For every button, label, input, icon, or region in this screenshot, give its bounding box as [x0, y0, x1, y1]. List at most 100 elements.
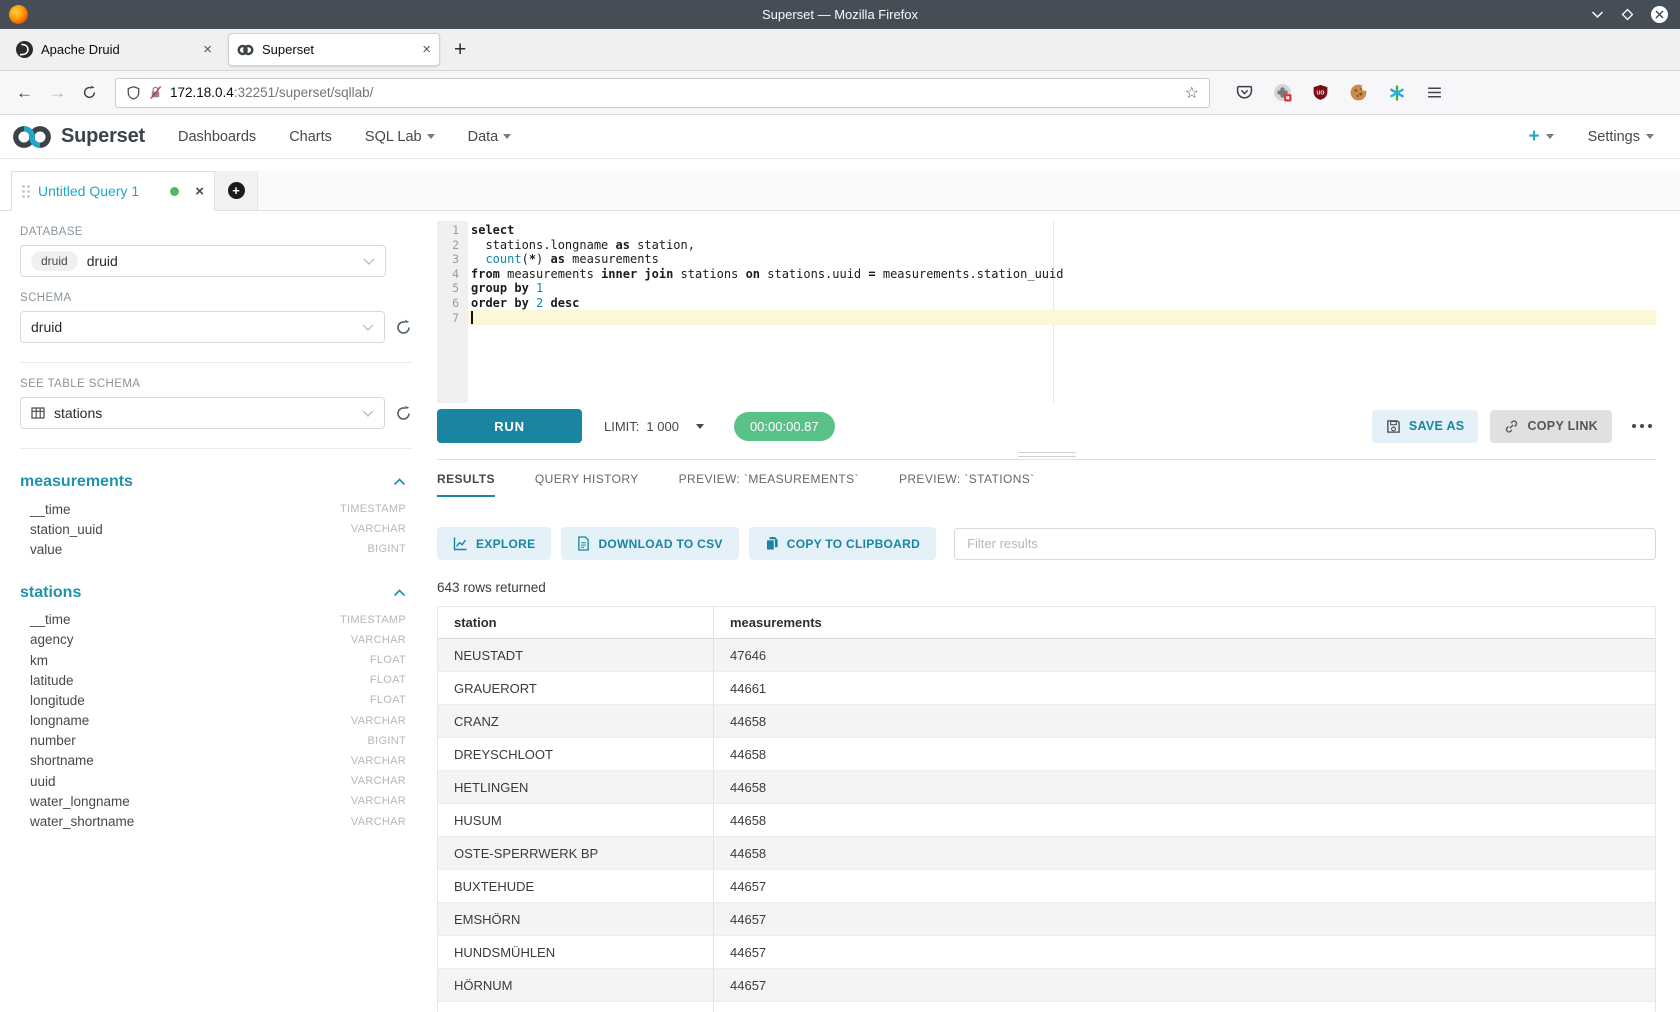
- browser-toolbar: ← → 172.18.0.4:32251/superset/sqllab/ ☆ …: [0, 71, 1680, 115]
- pocket-icon[interactable]: [1236, 84, 1253, 101]
- sqllab-sidebar: DATABASE druid druid SCHEMA druid SEE TA…: [0, 211, 412, 1012]
- column-row: numberBIGINT: [20, 731, 406, 751]
- column-header-measurements[interactable]: measurements: [714, 607, 1655, 638]
- chart-icon: [453, 536, 468, 551]
- add-new-button[interactable]: +: [1528, 126, 1553, 148]
- refresh-schema-icon[interactable]: [395, 319, 412, 336]
- results-tab-bar: RESULTS QUERY HISTORY PREVIEW: `MEASUREM…: [437, 472, 1656, 497]
- table-schema-label: SEE TABLE SCHEMA: [20, 378, 412, 390]
- superset-navbar: Superset Dashboards Charts SQL Lab Data …: [0, 115, 1680, 159]
- code-line[interactable]: stations.longname as station,: [471, 238, 1656, 253]
- tab-preview-measurements[interactable]: PREVIEW: `MEASUREMENTS`: [679, 472, 859, 497]
- column-row: __timeTIMESTAMP: [20, 499, 406, 519]
- query-tab[interactable]: Untitled Query 1 ×: [11, 171, 215, 211]
- code-line[interactable]: [471, 311, 1656, 326]
- database-label: DATABASE: [20, 226, 412, 238]
- panel-splitter[interactable]: [437, 447, 1656, 460]
- column-name: station_uuid: [20, 522, 103, 537]
- more-options-button[interactable]: [1628, 420, 1656, 432]
- database-select[interactable]: druid druid: [20, 245, 386, 277]
- browser-tab-bar: Apache Druid × Superset × +: [0, 29, 1680, 71]
- new-tab-button[interactable]: +: [454, 38, 466, 62]
- clipboard-icon: [765, 536, 779, 551]
- url-bar[interactable]: 172.18.0.4:32251/superset/sqllab/ ☆: [115, 78, 1210, 108]
- query-timer-badge: 00:00:00.87: [734, 412, 835, 441]
- table-cell: HUNDSMÜHLEN: [438, 936, 714, 968]
- column-header-station[interactable]: station: [438, 607, 714, 638]
- column-type: BIGINT: [368, 543, 406, 555]
- bookmark-star-icon[interactable]: ☆: [1185, 83, 1199, 103]
- table-select[interactable]: stations: [20, 397, 385, 429]
- editor-code-area[interactable]: select stations.longname as station, cou…: [468, 221, 1656, 403]
- table-row: EMSHÖRN44657: [438, 903, 1655, 936]
- nav-charts[interactable]: Charts: [289, 129, 332, 145]
- query-tab-close-icon[interactable]: ×: [195, 183, 204, 200]
- collapse-icon[interactable]: [393, 478, 406, 486]
- table-name: measurements: [20, 473, 133, 491]
- maximize-icon[interactable]: [1621, 8, 1634, 21]
- tab-close-icon[interactable]: ×: [422, 42, 431, 57]
- table-cell: 44658: [714, 705, 1655, 737]
- cookie-icon[interactable]: [1349, 83, 1368, 102]
- settings-menu[interactable]: Settings: [1588, 129, 1654, 145]
- explore-button[interactable]: EXPLORE: [437, 527, 551, 560]
- table-row: OSTE-SPERRWERK BP44658: [438, 837, 1655, 870]
- hamburger-menu-icon[interactable]: [1426, 84, 1443, 101]
- url-text[interactable]: 172.18.0.4:32251/superset/sqllab/: [170, 85, 1178, 100]
- multi-account-asterisk-icon[interactable]: [1388, 84, 1406, 102]
- collapse-icon[interactable]: [393, 589, 406, 597]
- editor-toolbar: RUN LIMIT: 1 000 00:00:00.87 SAVE AS COP…: [437, 409, 1656, 443]
- column-name: km: [20, 653, 48, 668]
- add-query-tab-button[interactable]: +: [215, 171, 258, 210]
- tab-close-icon[interactable]: ×: [203, 42, 212, 57]
- nav-dashboards[interactable]: Dashboards: [178, 129, 256, 145]
- extension-icon[interactable]: [1273, 83, 1292, 102]
- query-tab-label[interactable]: Untitled Query 1: [38, 183, 162, 199]
- reload-button[interactable]: [82, 85, 97, 100]
- sql-editor[interactable]: 1234567 select stations.longname as stat…: [437, 221, 1656, 403]
- superset-logo[interactable]: Superset: [10, 123, 145, 151]
- table-icon: [31, 406, 45, 420]
- superset-logo-icon: [10, 123, 54, 151]
- download-csv-button[interactable]: DOWNLOAD TO CSV: [561, 527, 738, 560]
- save-as-button[interactable]: SAVE AS: [1372, 410, 1479, 443]
- minimize-icon[interactable]: [1591, 10, 1604, 19]
- close-window-icon[interactable]: [1651, 6, 1668, 23]
- table-cell: 44657: [714, 870, 1655, 902]
- schema-label: SCHEMA: [20, 292, 412, 304]
- table-cell: 44658: [714, 771, 1655, 803]
- browser-tab-superset[interactable]: Superset ×: [228, 33, 440, 66]
- table-section-header[interactable]: measurements: [20, 473, 406, 491]
- shield-icon[interactable]: [126, 85, 141, 101]
- code-line[interactable]: select: [471, 223, 1656, 238]
- divider: [20, 448, 412, 449]
- code-line[interactable]: from measurements inner join stations on…: [471, 267, 1656, 282]
- tab-results[interactable]: RESULTS: [437, 472, 495, 497]
- code-line[interactable]: group by 1: [471, 281, 1656, 296]
- tab-label: Apache Druid: [41, 42, 195, 57]
- refresh-table-icon[interactable]: [395, 405, 412, 422]
- back-button[interactable]: ←: [16, 83, 33, 103]
- copy-link-button[interactable]: COPY LINK: [1490, 410, 1612, 443]
- filter-results-input[interactable]: [954, 528, 1656, 560]
- code-line[interactable]: count(*) as measurements: [471, 252, 1656, 267]
- table-section-header[interactable]: stations: [20, 584, 406, 602]
- drag-handle-icon[interactable]: [22, 185, 30, 198]
- forward-button[interactable]: →: [49, 83, 66, 103]
- run-button[interactable]: RUN: [437, 409, 582, 443]
- table-name: stations: [20, 584, 81, 602]
- schema-select[interactable]: druid: [20, 311, 385, 343]
- ublock-icon[interactable]: UO: [1312, 84, 1329, 101]
- insecure-lock-icon[interactable]: [148, 85, 163, 100]
- column-type: VARCHAR: [351, 715, 406, 727]
- nav-data[interactable]: Data: [468, 129, 512, 145]
- limit-dropdown[interactable]: LIMIT: 1 000: [604, 419, 704, 434]
- column-type: VARCHAR: [351, 795, 406, 807]
- code-line[interactable]: order by 2 desc: [471, 296, 1656, 311]
- tab-query-history[interactable]: QUERY HISTORY: [535, 472, 639, 497]
- copy-clipboard-button[interactable]: COPY TO CLIPBOARD: [749, 527, 936, 560]
- nav-sql-lab[interactable]: SQL Lab: [365, 129, 435, 145]
- browser-tab-apache-druid[interactable]: Apache Druid ×: [8, 33, 220, 66]
- tab-preview-stations[interactable]: PREVIEW: `STATIONS`: [899, 472, 1035, 497]
- column-name: shortname: [20, 753, 94, 768]
